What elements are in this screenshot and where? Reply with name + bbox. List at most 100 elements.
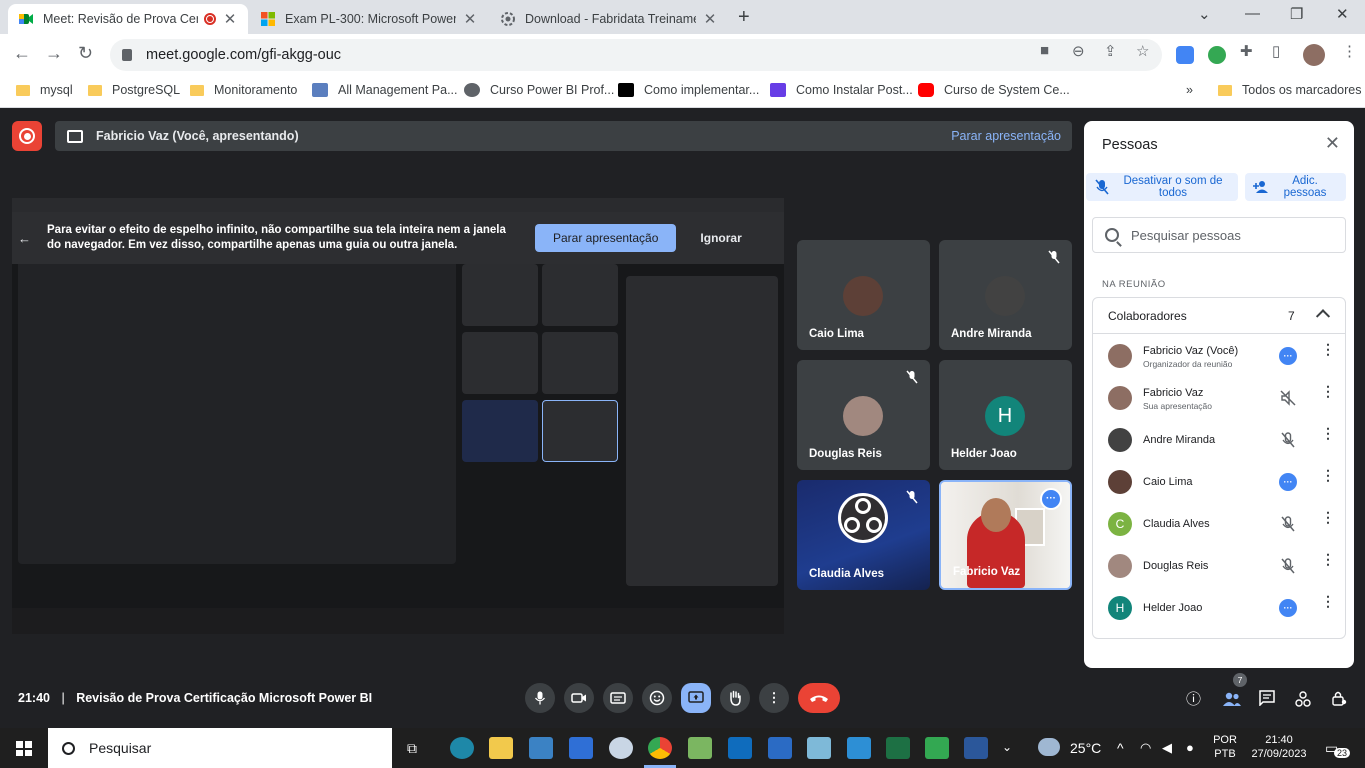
weather-icon[interactable]: [1038, 738, 1060, 756]
participant-tile-douglas[interactable]: Douglas Reis: [797, 360, 930, 470]
participant-tile-caio[interactable]: Caio Lima: [797, 240, 930, 350]
tab-exam[interactable]: Exam PL-300: Microsoft Power B ✕: [250, 4, 488, 34]
bookmark-curso-power-bi[interactable]: Curso Power BI Prof...: [464, 83, 614, 97]
meeting-details-icon[interactable]: ⓘ: [1186, 688, 1201, 709]
emoji-button[interactable]: [642, 683, 672, 713]
host-controls-icon[interactable]: [1331, 690, 1347, 706]
bookmark-all-bookmarks[interactable]: Todos os marcadores: [1218, 83, 1362, 97]
add-people-button[interactable]: Adic. pessoas: [1245, 173, 1346, 201]
present-button[interactable]: [681, 683, 711, 713]
search-people-input[interactable]: [1131, 227, 1331, 243]
participant-tile-fabricio[interactable]: ··· Fabricio Vaz: [939, 480, 1072, 590]
back-icon[interactable]: ←: [13, 43, 31, 64]
people-icon[interactable]: [1222, 691, 1242, 707]
participant-row[interactable]: Douglas Reis ⋮: [1093, 546, 1345, 588]
participant-row[interactable]: C Claudia Alves ⋮: [1093, 504, 1345, 546]
more-options-icon[interactable]: ⋮: [1321, 468, 1335, 482]
address-bar[interactable]: meet.google.com/gfi-akgg-ouc: [110, 39, 1162, 71]
bookmarks-overflow-icon[interactable]: »: [1186, 83, 1193, 97]
leave-call-button[interactable]: [798, 683, 840, 713]
minimize-icon[interactable]: —: [1245, 5, 1260, 22]
side-panel-icon[interactable]: ▯: [1272, 42, 1280, 60]
contributors-header[interactable]: Colaboradores 7: [1093, 298, 1345, 334]
share-icon[interactable]: ⇪: [1104, 42, 1117, 60]
language-indicator[interactable]: POR PTB: [1208, 733, 1242, 761]
photos-icon[interactable]: [847, 737, 871, 759]
mic-button[interactable]: [525, 683, 555, 713]
close-tab-icon[interactable]: ✕: [222, 10, 238, 28]
participant-tile-claudia[interactable]: Claudia Alves: [797, 480, 930, 590]
tab-meet[interactable]: Meet: Revisão de Prova Certi ✕: [8, 4, 248, 34]
close-tab-icon[interactable]: ✕: [702, 10, 718, 28]
file-explorer-icon[interactable]: [489, 737, 513, 759]
stop-presenting-link[interactable]: Parar apresentação: [951, 129, 1061, 143]
close-panel-icon[interactable]: ✕: [1325, 133, 1340, 154]
more-options-icon[interactable]: ⋮: [1321, 342, 1335, 356]
more-options-button[interactable]: ⋮: [759, 683, 789, 713]
word-icon[interactable]: [964, 737, 988, 759]
participant-row[interactable]: Fabricio Vaz Sua apresentação ⋮: [1093, 378, 1345, 420]
camera-icon[interactable]: ■: [1040, 42, 1049, 59]
extension-blue-icon[interactable]: [1176, 46, 1194, 64]
edge-icon[interactable]: [450, 737, 474, 759]
chrome-icon[interactable]: [648, 737, 672, 759]
bookmark-all-management[interactable]: All Management Pa...: [312, 83, 458, 97]
defender-icon[interactable]: [569, 737, 593, 759]
store-icon[interactable]: [529, 737, 553, 759]
participant-tile-andre[interactable]: Andre Miranda: [939, 240, 1072, 350]
bookmark-como-instalar[interactable]: Como Instalar Post...: [770, 83, 913, 97]
bookmark-monitoramento[interactable]: Monitoramento: [190, 83, 297, 97]
more-options-icon[interactable]: ⋮: [1321, 426, 1335, 440]
excel-icon[interactable]: [886, 737, 910, 759]
tab-download[interactable]: Download - Fabridata Treinamen ✕: [490, 4, 728, 34]
windows-start-icon[interactable]: [16, 741, 32, 756]
zoom-icon[interactable]: ⊖: [1072, 42, 1085, 60]
spreadsheet-icon[interactable]: [925, 737, 949, 759]
participant-row[interactable]: H Helder Joao ··· ⋮: [1093, 588, 1345, 630]
mirror-ignore-button[interactable]: Ignorar: [700, 231, 741, 245]
forward-icon[interactable]: →: [45, 43, 63, 64]
task-view-icon[interactable]: ⧉: [407, 740, 417, 757]
participant-row[interactable]: Andre Miranda ⋮: [1093, 420, 1345, 462]
clock[interactable]: 21:40 27/09/2023: [1247, 733, 1311, 761]
menu-kebab-icon[interactable]: ⋮: [1342, 42, 1357, 60]
outlook-icon[interactable]: [728, 737, 752, 759]
notepad-icon[interactable]: [688, 737, 712, 759]
chevron-up-icon[interactable]: ^: [1117, 740, 1124, 756]
wifi-icon[interactable]: ◠: [1140, 740, 1151, 756]
bookmark-como-implementar[interactable]: Como implementar...: [618, 83, 759, 97]
chevron-down-icon[interactable]: ⌄: [1002, 740, 1012, 754]
bookmark-star-icon[interactable]: ☆: [1136, 42, 1149, 60]
microphone-icon[interactable]: ●: [1186, 740, 1194, 755]
more-options-icon[interactable]: ⋮: [1321, 510, 1335, 524]
profile-avatar[interactable]: [1303, 44, 1325, 66]
raise-hand-button[interactable]: [720, 683, 750, 713]
captions-button[interactable]: [603, 683, 633, 713]
bookmark-curso-system-center[interactable]: Curso de System Ce...: [918, 83, 1070, 97]
mute-all-button[interactable]: Desativar o som de todos: [1086, 173, 1238, 201]
mirror-stop-button[interactable]: Parar apresentação: [535, 224, 677, 252]
extensions-puzzle-icon[interactable]: ✚: [1240, 42, 1253, 60]
word-doc-icon[interactable]: [768, 737, 792, 759]
bookmark-mysql[interactable]: mysql: [16, 83, 73, 97]
more-options-icon[interactable]: ⋮: [1321, 384, 1335, 398]
bookmark-postgresql[interactable]: PostgreSQL: [88, 83, 180, 97]
participant-tile-helder[interactable]: H Helder Joao: [939, 360, 1072, 470]
weather-temperature[interactable]: 25°C: [1070, 740, 1101, 756]
extension-green-icon[interactable]: [1208, 46, 1226, 64]
more-options-icon[interactable]: ⋮: [1321, 594, 1335, 608]
activities-icon[interactable]: [1295, 691, 1311, 707]
taskbar-search[interactable]: Pesquisar: [48, 728, 392, 768]
reload-icon[interactable]: ↻: [78, 43, 93, 64]
close-tab-icon[interactable]: ✕: [462, 10, 478, 28]
search-people-field[interactable]: [1092, 217, 1346, 253]
recording-button[interactable]: [12, 121, 42, 151]
camera-button[interactable]: [564, 683, 594, 713]
chevron-up-icon[interactable]: [1315, 309, 1331, 324]
app-icon[interactable]: [807, 737, 831, 759]
more-options-icon[interactable]: ⋮: [1321, 552, 1335, 566]
paint-icon[interactable]: [609, 737, 633, 759]
chat-icon[interactable]: [1259, 690, 1275, 706]
close-window-icon[interactable]: ✕: [1336, 5, 1349, 23]
restore-icon[interactable]: ❐: [1290, 5, 1303, 23]
